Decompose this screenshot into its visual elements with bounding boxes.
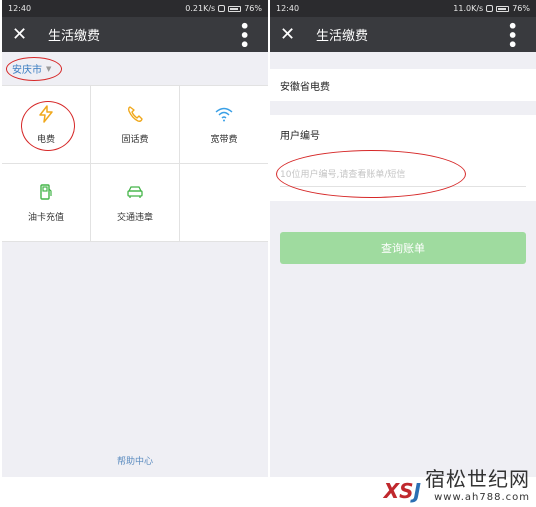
user-number-section: 用户编号 — [270, 115, 536, 201]
screenshot-canvas: 12:40 0.21K/s 76% ✕ 生活缴费 ••• 安庆市 ▼ 电费 固话… — [0, 0, 536, 507]
close-icon[interactable]: ✕ — [280, 25, 302, 44]
city-selector[interactable]: 安庆市 ▼ — [2, 52, 268, 85]
service-landline[interactable]: 固话费 — [91, 86, 180, 164]
service-label: 油卡充值 — [27, 213, 64, 223]
title-bar: ✕ 生活缴费 ••• — [2, 17, 268, 52]
signal-icon — [218, 5, 226, 12]
battery-icon — [228, 5, 242, 12]
service-empty-slot — [180, 164, 268, 242]
close-icon[interactable]: ✕ — [12, 25, 34, 44]
wifi-icon — [215, 104, 233, 124]
watermark: XSJ 宿松世纪网 www.ah788.com — [384, 463, 530, 503]
battery-level: 76% — [244, 4, 262, 13]
city-label: 安庆市 — [12, 65, 42, 76]
car-icon — [126, 182, 144, 202]
watermark-url: www.ah788.com — [434, 492, 530, 503]
watermark-site-name: 宿松世纪网 — [425, 467, 530, 491]
lightning-icon — [38, 104, 54, 124]
watermark-text: 宿松世纪网 www.ah788.com — [425, 463, 530, 503]
service-traffic-violation[interactable]: 交通违章 — [91, 164, 180, 242]
watermark-logo: XSJ — [383, 479, 421, 503]
page-title: 生活缴费 — [48, 29, 101, 44]
dropdown-arrow-icon: ▼ — [46, 64, 52, 73]
page-title: 生活缴费 — [316, 29, 369, 44]
service-label: 电费 — [36, 135, 55, 145]
status-time: 12:40 — [8, 4, 32, 13]
status-time: 12:40 — [276, 4, 300, 13]
status-indicators: 0.21K/s 76% — [185, 4, 262, 13]
left-screen: 12:40 0.21K/s 76% ✕ 生活缴费 ••• 安庆市 ▼ 电费 固话… — [2, 0, 268, 477]
status-bar: 12:40 0.21K/s 76% — [2, 0, 268, 17]
service-broadband[interactable]: 宽带费 — [180, 86, 268, 164]
help-center-link[interactable]: 帮助中心 — [2, 454, 268, 467]
more-menu-icon[interactable]: ••• — [235, 21, 254, 49]
gas-pump-icon — [39, 182, 53, 202]
query-bill-button[interactable]: 查询账单 — [280, 232, 526, 264]
network-speed: 11.0K/s — [453, 4, 484, 13]
service-label: 交通违章 — [116, 213, 153, 223]
provider-row: 安徽省电费 — [270, 69, 536, 101]
service-label: 宽带费 — [210, 135, 238, 145]
status-bar: 12:40 11.0K/s 76% — [270, 0, 536, 17]
service-label: 固话费 — [121, 135, 149, 145]
user-number-input[interactable] — [280, 164, 526, 187]
phone-icon — [127, 104, 143, 124]
more-menu-icon[interactable]: ••• — [503, 21, 522, 49]
service-electricity[interactable]: 电费 — [2, 86, 91, 164]
battery-icon — [496, 5, 510, 12]
user-number-label: 用户编号 — [280, 131, 320, 142]
status-indicators: 11.0K/s 76% — [453, 4, 530, 13]
network-speed: 0.21K/s — [185, 4, 216, 13]
title-bar: ✕ 生活缴费 ••• — [270, 17, 536, 52]
battery-level: 76% — [512, 4, 530, 13]
signal-icon — [486, 5, 494, 12]
service-grid: 电费 固话费 宽带费 油卡充值 交通违章 — [2, 85, 268, 242]
right-screen: 12:40 11.0K/s 76% ✕ 生活缴费 ••• 安徽省电费 用户编号 … — [270, 0, 536, 477]
provider-name: 安徽省电费 — [280, 81, 330, 93]
service-fuel-card[interactable]: 油卡充值 — [2, 164, 91, 242]
